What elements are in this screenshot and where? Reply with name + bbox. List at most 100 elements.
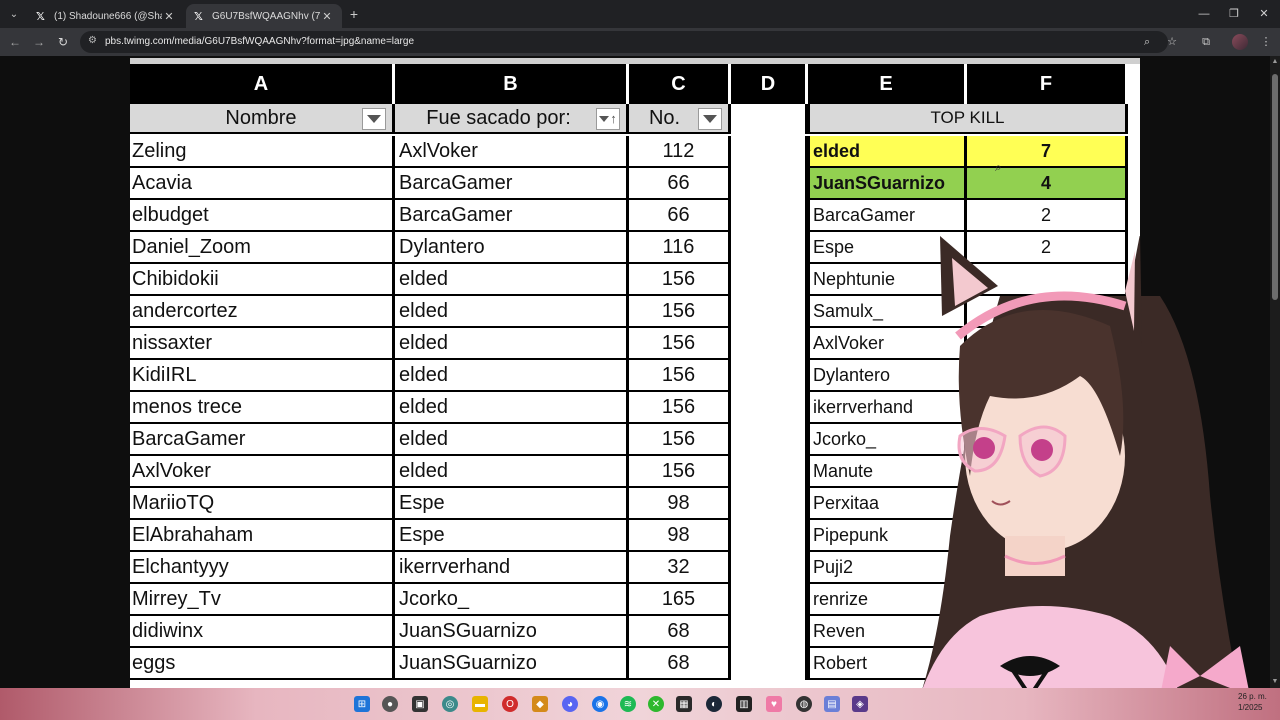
cell-fue-sacado-por: Espe	[395, 488, 629, 520]
minimize-icon[interactable]: —	[1194, 6, 1214, 22]
cell-top-kill-count: 4	[967, 168, 1128, 200]
cell-fue-sacado-por: elded	[395, 456, 629, 488]
cell-empty	[731, 360, 808, 392]
column-header-c: C	[629, 64, 731, 104]
cell-nombre: Chibidokii	[130, 264, 395, 296]
cell-top-kill-name: elded	[808, 136, 967, 168]
steam-icon[interactable]: ◐	[706, 696, 722, 712]
bookmark-star-icon[interactable]: ☆	[1164, 34, 1180, 50]
menu-icon[interactable]: ⋮	[1258, 34, 1274, 50]
cell-fue-sacado-por: elded	[395, 296, 629, 328]
cell-no: 68	[629, 616, 731, 648]
x-logo-icon: 𝕏	[194, 10, 203, 23]
cell-no: 68	[629, 648, 731, 680]
task-view-icon[interactable]: ▣	[412, 696, 428, 712]
zoom-icon[interactable]: ⌕	[1144, 36, 1150, 49]
xbox-icon[interactable]: ✕	[648, 696, 664, 712]
cell-no: 165	[629, 584, 731, 616]
file-explorer-icon[interactable]: ▬	[472, 696, 488, 712]
browser-toolbar: ← → ↻ ⚙ pbs.twimg.com/media/G6U7BsfWQAAG…	[0, 28, 1280, 56]
column-header-a: A	[130, 64, 395, 104]
start-icon[interactable]: ⊞	[354, 696, 370, 712]
cell-fue-sacado-por: AxlVoker	[395, 136, 629, 168]
calculator-icon[interactable]: ▦	[676, 696, 692, 712]
close-icon[interactable]: ✕	[162, 10, 176, 23]
cell-fue-sacado-por: Espe	[395, 520, 629, 552]
cell-empty	[731, 424, 808, 456]
cell-no: 156	[629, 360, 731, 392]
chrome-icon[interactable]: ◉	[592, 696, 608, 712]
address-bar[interactable]: ⚙ pbs.twimg.com/media/G6U7BsfWQAAGNhv?fo…	[80, 31, 1168, 53]
cell-no: 156	[629, 296, 731, 328]
tab-search-button[interactable]: ⌄	[4, 4, 24, 24]
cell-top-kill-name: JuanSGuarnizo	[808, 168, 967, 200]
site-info-icon[interactable]: ⚙	[88, 35, 97, 46]
app-icon[interactable]: ◎	[442, 696, 458, 712]
filter-dropdown-icon	[698, 108, 722, 130]
cell-fue-sacado-por: Dylantero	[395, 232, 629, 264]
cell-empty	[731, 520, 808, 552]
search-icon[interactable]: ●	[382, 696, 398, 712]
cell-fue-sacado-por: elded	[395, 328, 629, 360]
cell-nombre: KidiIRL	[130, 360, 395, 392]
cell-empty	[731, 328, 808, 360]
extensions-icon[interactable]: ⧉	[1198, 34, 1214, 50]
app-icon[interactable]: ♥	[766, 696, 782, 712]
tab-strip: ⌄ 𝕏 (1) Shadoune666 (@Shadoune6 ✕ 𝕏 G6U7…	[0, 0, 1280, 28]
cell-empty	[731, 648, 808, 680]
cell-no: 156	[629, 264, 731, 296]
app-icon[interactable]: ▥	[736, 696, 752, 712]
tab-image-active[interactable]: 𝕏 G6U7BsfWQAAGNhv (756×124 ✕	[186, 4, 342, 28]
cell-empty	[731, 200, 808, 232]
cell-fue-sacado-por: BarcaGamer	[395, 168, 629, 200]
back-icon[interactable]: ←	[6, 34, 24, 50]
cell-no: 98	[629, 520, 731, 552]
forward-icon[interactable]: →	[30, 34, 48, 50]
system-clock[interactable]: 26 p. m. 1/2025	[1238, 691, 1280, 713]
header-nombre: Nombre	[130, 104, 395, 134]
app-icon[interactable]: ◈	[852, 696, 868, 712]
cell-nombre: didiwinx	[130, 616, 395, 648]
cell-fue-sacado-por: elded	[395, 424, 629, 456]
cell-nombre: menos trece	[130, 392, 395, 424]
cell-no: 156	[629, 456, 731, 488]
cell-fue-sacado-por: JuanSGuarnizo	[395, 616, 629, 648]
opera-icon[interactable]: O	[502, 696, 518, 712]
scroll-down-icon[interactable]: ▼	[1271, 678, 1279, 686]
cell-no: 66	[629, 200, 731, 232]
cell-empty	[731, 296, 808, 328]
new-tab-button[interactable]: +	[346, 6, 362, 22]
cell-no: 98	[629, 488, 731, 520]
header-label: Fue sacado por:	[426, 106, 571, 129]
restore-icon[interactable]: ❐	[1224, 6, 1244, 22]
cell-fue-sacado-por: BarcaGamer	[395, 200, 629, 232]
vertical-scrollbar[interactable]: ▲ ▼	[1270, 56, 1280, 688]
cell-nombre: BarcaGamer	[130, 424, 395, 456]
scroll-up-icon[interactable]: ▲	[1271, 58, 1279, 66]
header-top-kill: TOP KILL	[808, 104, 1128, 134]
cell-top-kill-name: BarcaGamer	[808, 200, 967, 232]
close-icon[interactable]: ✕	[320, 10, 334, 23]
cell-no: 116	[629, 232, 731, 264]
cell-fue-sacado-por: elded	[395, 264, 629, 296]
clock-time: 26 p. m.	[1238, 692, 1267, 701]
spotify-icon[interactable]: ≋	[620, 696, 636, 712]
cell-empty	[731, 136, 808, 168]
header-label: Nombre	[225, 106, 297, 129]
tab-x-profile[interactable]: 𝕏 (1) Shadoune666 (@Shadoune6 ✕	[28, 4, 184, 28]
scrollbar-thumb[interactable]	[1272, 74, 1278, 300]
profile-avatar[interactable]	[1232, 34, 1248, 50]
discord-icon[interactable]: ◕	[562, 696, 578, 712]
reload-icon[interactable]: ↻	[54, 34, 72, 50]
cell-empty	[731, 584, 808, 616]
app-icon[interactable]: ◆	[532, 696, 548, 712]
cell-nombre: Zeling	[130, 136, 395, 168]
column-header-e: E	[808, 64, 967, 104]
cell-no: 156	[629, 424, 731, 456]
app-icon[interactable]: ▤	[824, 696, 840, 712]
window-close-icon[interactable]: ✕	[1254, 6, 1274, 22]
windows-taskbar: ⊞ ● ▣ ◎ ▬ O ◆ ◕ ◉ ≋ ✕ ▦ ◐ ▥ ♥ ◍ ▤ ◈ 26 p…	[0, 688, 1280, 720]
cell-empty	[731, 168, 808, 200]
obs-icon[interactable]: ◍	[796, 696, 812, 712]
cell-fue-sacado-por: elded	[395, 360, 629, 392]
